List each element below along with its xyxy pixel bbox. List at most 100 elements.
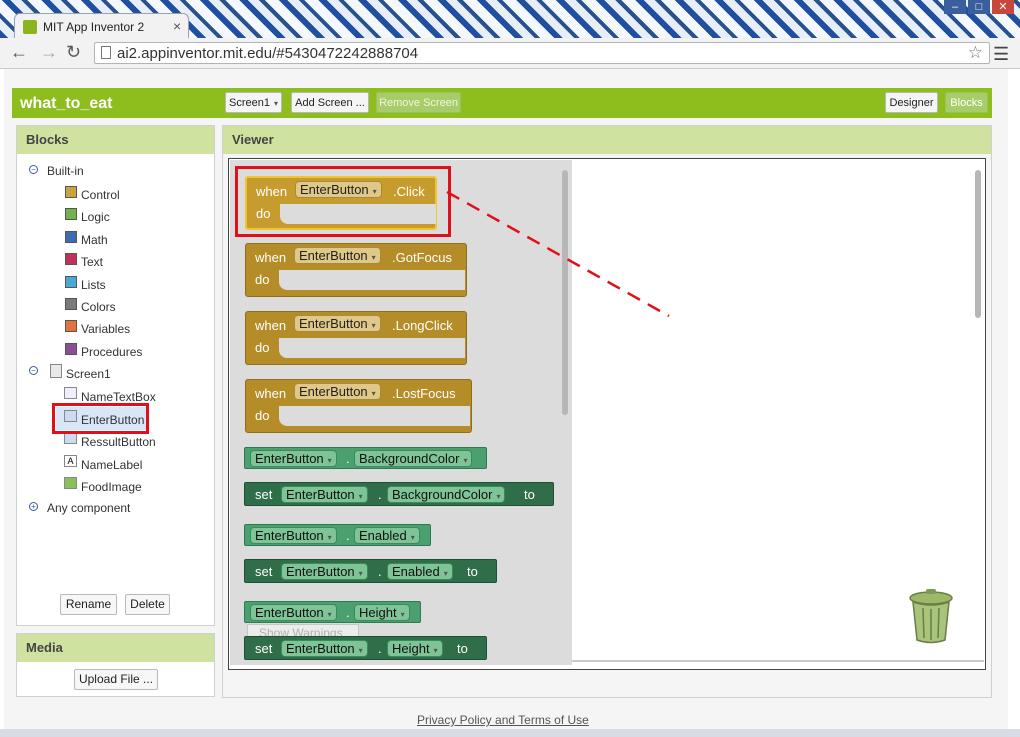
component-dropdown[interactable]: EnterButton ▾ xyxy=(250,604,337,621)
workspace-scrollbar[interactable] xyxy=(975,170,981,318)
bookmark-star-icon[interactable]: ☆ xyxy=(968,43,983,63)
setter-block-height[interactable]: set EnterButton ▾ . Height ▾ to xyxy=(244,636,487,660)
component-name: EnterButton xyxy=(286,641,355,656)
property-dropdown[interactable]: Height ▾ xyxy=(387,640,443,657)
getter-block-enabled[interactable]: EnterButton ▾ . Enabled ▾ xyxy=(244,524,431,546)
category-procedures[interactable]: Procedures xyxy=(81,345,142,359)
setter-block-backgroundcolor[interactable]: set EnterButton ▾ . BackgroundColor ▾ to xyxy=(244,482,554,506)
chevron-down-icon: ▾ xyxy=(358,646,363,655)
getter-block-height[interactable]: EnterButton ▾ . Height ▾ xyxy=(244,601,421,623)
do-label: do xyxy=(255,272,270,287)
set-label: set xyxy=(255,564,273,579)
component-namelabel[interactable]: NameLabel xyxy=(81,458,142,472)
property-dropdown[interactable]: Enabled ▾ xyxy=(387,563,453,580)
dot-label: . xyxy=(346,528,350,543)
add-screen-button[interactable]: Add Screen ... xyxy=(291,92,369,113)
component-dropdown[interactable]: EnterButton ▾ xyxy=(294,315,381,332)
delete-button[interactable]: Delete xyxy=(125,594,170,615)
component-name: EnterButton xyxy=(299,248,368,263)
getter-block-backgroundcolor[interactable]: EnterButton ▾ . BackgroundColor ▾ xyxy=(244,447,487,469)
remove-screen-button[interactable]: Remove Screen xyxy=(376,92,461,113)
designer-button[interactable]: Designer xyxy=(885,92,938,113)
reload-icon[interactable]: ↻ xyxy=(66,42,81,63)
chevron-down-icon: ▾ xyxy=(358,569,363,578)
property-name: Enabled xyxy=(359,528,407,543)
property-dropdown[interactable]: BackgroundColor ▾ xyxy=(354,450,473,467)
dot-label: . xyxy=(378,564,382,579)
component-dropdown[interactable]: EnterButton ▾ xyxy=(281,486,368,503)
trash-icon[interactable] xyxy=(908,588,954,644)
component-dropdown[interactable]: EnterButton ▾ xyxy=(281,563,368,580)
component-ressultbutton[interactable]: RessultButton xyxy=(81,435,156,449)
any-component-label[interactable]: Any component xyxy=(47,501,130,515)
collapse-screen-icon[interactable]: − xyxy=(29,366,38,375)
component-foodimage[interactable]: FoodImage xyxy=(81,480,142,494)
component-dropdown[interactable]: EnterButton ▾ xyxy=(294,247,381,264)
when-label: when xyxy=(255,318,287,333)
browser-tab[interactable]: MIT App Inventor 2 × xyxy=(14,13,189,40)
component-name: EnterButton xyxy=(286,564,355,579)
category-logic[interactable]: Logic xyxy=(81,210,110,224)
do-slot xyxy=(279,270,465,290)
event-block-lostfocus[interactable]: when EnterButton ▾ .LostFocus do xyxy=(245,379,472,433)
expand-any-component-icon[interactable]: + xyxy=(29,502,38,511)
browser-menu-icon[interactable]: ☰ xyxy=(993,44,1009,65)
screen-dropdown[interactable]: Screen1 ▾ xyxy=(225,92,282,113)
property-dropdown[interactable]: Enabled ▾ xyxy=(354,527,420,544)
builtin-label[interactable]: Built-in xyxy=(47,164,84,178)
event-block-longclick[interactable]: when EnterButton ▾ .LongClick do xyxy=(245,311,467,365)
dot-label: . xyxy=(378,487,382,502)
category-variables-icon xyxy=(65,320,77,333)
event-block-gotfocus[interactable]: when EnterButton ▾ .GotFocus do xyxy=(245,243,467,297)
property-dropdown[interactable]: Height ▾ xyxy=(354,604,410,621)
category-math[interactable]: Math xyxy=(81,233,108,247)
address-bar[interactable]: ai2.appinventor.mit.edu/#543047224288870… xyxy=(94,42,990,64)
category-procedures-icon xyxy=(65,342,77,355)
screen-icon xyxy=(50,364,62,378)
highlight-box-enterbutton xyxy=(52,403,149,434)
component-dropdown[interactable]: EnterButton ▾ xyxy=(250,450,337,467)
to-label: to xyxy=(467,564,478,579)
back-icon[interactable]: ← xyxy=(10,42,28,63)
app-inventor-favicon-icon xyxy=(23,20,37,34)
maximize-icon[interactable]: □ xyxy=(968,0,990,14)
screen-label[interactable]: Screen1 xyxy=(66,367,111,381)
upload-file-button[interactable]: Upload File ... xyxy=(74,669,158,690)
component-dropdown[interactable]: EnterButton ▾ xyxy=(281,640,368,657)
category-lists[interactable]: Lists xyxy=(81,278,106,292)
category-control[interactable]: Control xyxy=(81,188,120,202)
collapse-builtin-icon[interactable]: − xyxy=(29,165,38,174)
chevron-down-icon: ▾ xyxy=(371,321,376,330)
forward-icon[interactable]: → xyxy=(40,42,58,63)
close-window-icon[interactable]: ✕ xyxy=(992,0,1014,14)
tab-title: MIT App Inventor 2 xyxy=(43,20,145,34)
property-dropdown[interactable]: BackgroundColor ▾ xyxy=(387,486,506,503)
property-name: BackgroundColor xyxy=(392,487,493,502)
event-name: .GotFocus xyxy=(392,250,452,265)
project-name: what_to_eat xyxy=(20,95,113,112)
privacy-policy-link[interactable]: Privacy Policy and Terms of Use xyxy=(417,713,589,727)
chevron-down-icon: ▾ xyxy=(327,456,332,465)
minimize-icon[interactable]: – xyxy=(944,0,966,14)
do-slot xyxy=(279,338,465,358)
component-dropdown[interactable]: EnterButton ▾ xyxy=(294,383,381,400)
category-colors[interactable]: Colors xyxy=(81,300,116,314)
event-name: .LostFocus xyxy=(392,386,456,401)
component-name: EnterButton xyxy=(255,605,324,620)
component-nametextbox[interactable]: NameTextBox xyxy=(81,390,156,404)
blocks-button[interactable]: Blocks xyxy=(945,92,988,113)
category-text[interactable]: Text xyxy=(81,255,103,269)
label-icon: A xyxy=(64,455,77,467)
rename-button[interactable]: Rename xyxy=(60,594,117,615)
close-tab-icon[interactable]: × xyxy=(173,18,181,34)
app-toolbar xyxy=(12,88,992,118)
component-dropdown[interactable]: EnterButton ▾ xyxy=(250,527,337,544)
set-label: set xyxy=(255,641,273,656)
category-variables[interactable]: Variables xyxy=(81,322,130,336)
chevron-down-icon: ▾ xyxy=(371,389,376,398)
page-icon xyxy=(101,46,111,59)
setter-block-enabled[interactable]: set EnterButton ▾ . Enabled ▾ to xyxy=(244,559,497,583)
to-label: to xyxy=(524,487,535,502)
chevron-down-icon: ▾ xyxy=(273,99,278,108)
workspace-hscrollbar[interactable] xyxy=(572,660,984,662)
